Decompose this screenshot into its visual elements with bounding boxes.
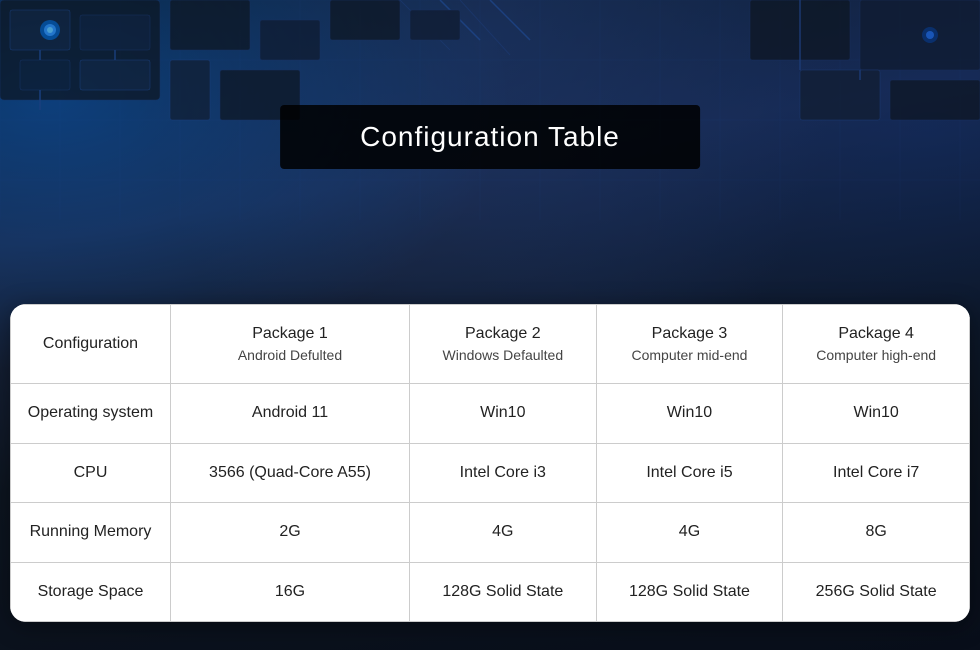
package-3-name: Package 3: [609, 323, 771, 345]
cell-r3-c3: 256G Solid State: [783, 562, 970, 621]
cell-r0-c0: Android 11: [171, 384, 410, 443]
table-body: Operating systemAndroid 11Win10Win10Win1…: [11, 384, 970, 622]
package-2-header: Package 2 Windows Defaulted: [409, 305, 596, 384]
page-wrapper: Configuration Table Configuration Packag…: [0, 0, 980, 650]
table-row: CPU3566 (Quad-Core A55)Intel Core i3Inte…: [11, 443, 970, 502]
table-header-row: Configuration Package 1 Android Defulted…: [11, 305, 970, 384]
table-row: Running Memory2G4G4G8G: [11, 503, 970, 562]
config-table: Configuration Package 1 Android Defulted…: [10, 304, 970, 622]
cell-r3-c2: 128G Solid State: [596, 562, 783, 621]
cell-r2-c2: 4G: [596, 503, 783, 562]
cell-r3-c0: 16G: [171, 562, 410, 621]
cell-r0-c1: Win10: [409, 384, 596, 443]
cell-r2-c1: 4G: [409, 503, 596, 562]
package-2-name: Package 2: [422, 323, 584, 345]
cell-r1-c1: Intel Core i3: [409, 443, 596, 502]
cell-r0-c3: Win10: [783, 384, 970, 443]
config-table-card: Configuration Package 1 Android Defulted…: [10, 304, 970, 622]
cell-r1-c3: Intel Core i7: [783, 443, 970, 502]
package-3-header: Package 3 Computer mid-end: [596, 305, 783, 384]
cell-r2-c0: 2G: [171, 503, 410, 562]
table-row: Operating systemAndroid 11Win10Win10Win1…: [11, 384, 970, 443]
package-2-sub: Windows Defaulted: [422, 346, 584, 366]
package-4-name: Package 4: [795, 323, 957, 345]
package-4-header: Package 4 Computer high-end: [783, 305, 970, 384]
cell-r0-c2: Win10: [596, 384, 783, 443]
cell-r1-c0: 3566 (Quad-Core A55): [171, 443, 410, 502]
config-column-header: Configuration: [11, 305, 171, 384]
package-1-name: Package 1: [183, 323, 397, 345]
row-label-1: CPU: [11, 443, 171, 502]
title-bar: Configuration Table: [280, 105, 700, 169]
package-4-sub: Computer high-end: [795, 346, 957, 366]
page-title: Configuration Table: [360, 121, 620, 153]
package-1-header: Package 1 Android Defulted: [171, 305, 410, 384]
row-label-3: Storage Space: [11, 562, 171, 621]
package-1-sub: Android Defulted: [183, 346, 397, 366]
cell-r1-c2: Intel Core i5: [596, 443, 783, 502]
row-label-2: Running Memory: [11, 503, 171, 562]
cell-r2-c3: 8G: [783, 503, 970, 562]
cell-r3-c1: 128G Solid State: [409, 562, 596, 621]
package-3-sub: Computer mid-end: [609, 346, 771, 366]
row-label-0: Operating system: [11, 384, 171, 443]
table-row: Storage Space16G128G Solid State128G Sol…: [11, 562, 970, 621]
